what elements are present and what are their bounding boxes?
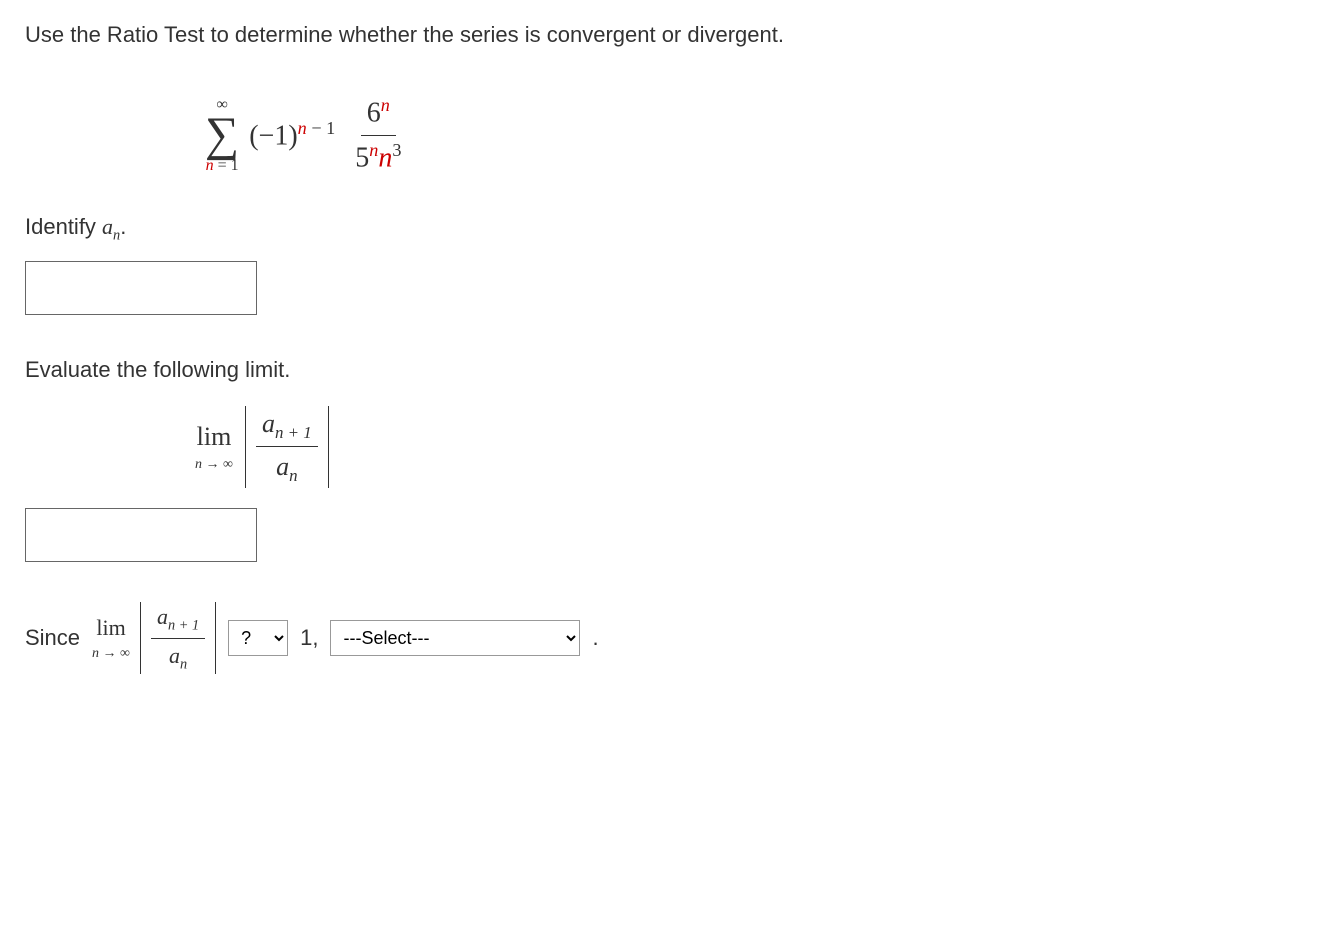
period-text: .: [592, 623, 598, 654]
limit-symbol-inline: lim n → ∞: [92, 613, 130, 663]
conclusion-select[interactable]: ---Select---: [330, 620, 580, 656]
one-text: 1,: [300, 623, 318, 654]
identify-label: Identify an.: [25, 212, 1310, 245]
summation-symbol: ∞ ∑ n = 1: [205, 94, 239, 177]
limit-expression: lim n → ∞ an + 1 an: [195, 406, 1310, 489]
conclusion-line: Since lim n → ∞ an + 1 an ? 1, ---Select…: [25, 602, 1310, 674]
identify-an-input[interactable]: [25, 261, 257, 315]
limit-value-input[interactable]: [25, 508, 257, 562]
evaluate-label: Evaluate the following limit.: [25, 355, 1310, 386]
question-text: Use the Ratio Test to determine whether …: [25, 20, 1310, 51]
series-expression: ∞ ∑ n = 1 (−1)n − 1 6n 5nn3: [205, 81, 1310, 178]
series-fraction: 6n 5nn3: [349, 93, 407, 177]
relation-select[interactable]: ?: [228, 620, 288, 656]
since-text: Since: [25, 623, 80, 654]
limit-symbol: lim n → ∞: [195, 419, 233, 475]
